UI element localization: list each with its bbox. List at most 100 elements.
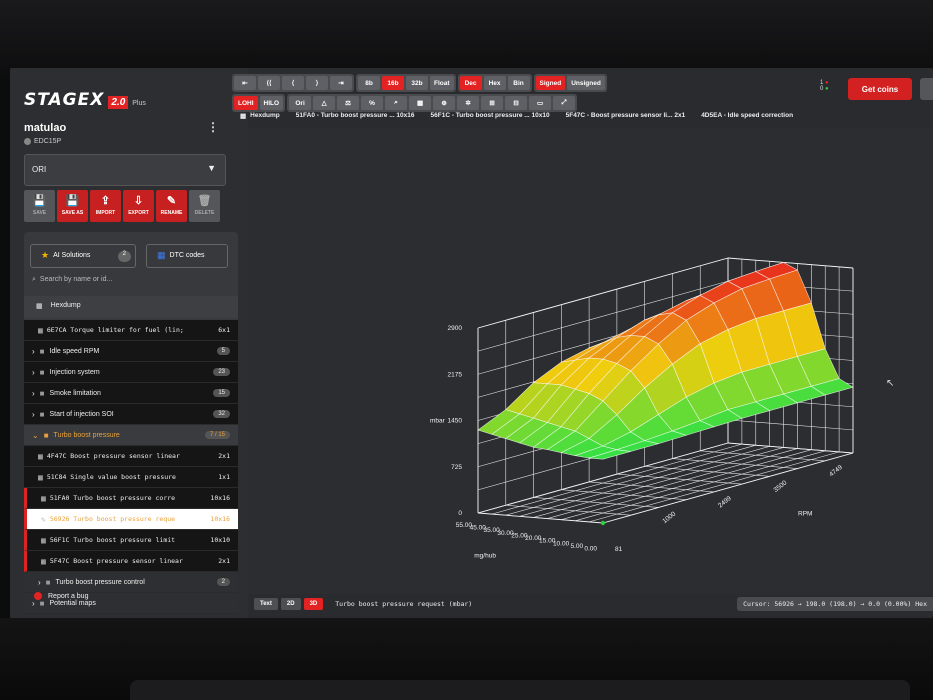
import-button[interactable]: ⇪ IMPORT [90,190,121,222]
table-icon: ▦ [41,556,46,566]
item-label: Smoke limitation [49,389,101,397]
tool-tool-button[interactable]: ⊟ [505,96,528,110]
hexdump-item[interactable]: ▦ Hexdump [24,296,238,318]
table-icon: ▦ [41,493,46,503]
ai-solutions-button[interactable]: ★ AI Solutions 2 [30,244,136,268]
nav-tool-button[interactable]: ⇤ [234,76,256,90]
folder-icon: ■ [39,367,45,377]
hexdump-icon: ▦ [240,113,247,120]
toolbar-row-1: ⇤ ⟨⟨ ⟨ ⟩ ⇥ 8b 16b 32b Float Dec Hex Bin Signed Unsign… [232,74,644,92]
base-bin-button[interactable]: Bin [507,76,530,90]
byteorder-hilo-button[interactable]: HILO [259,96,284,110]
map-item[interactable]: ▦ 5F47C Boost pressure sensor linear 2x1 [24,551,238,572]
floor-gridline [561,449,812,520]
byteorder-lohi-button[interactable]: LOHI [234,96,258,110]
tool-tool-button[interactable]: ⊕ [433,96,456,110]
tool-tool-button[interactable]: ⊞ [481,96,504,110]
floor-gridline [547,448,798,519]
folder-icon: ■ [43,430,49,440]
tab-hexdump[interactable]: ▦ Hexdump [240,112,280,120]
map-item[interactable]: ▦ 51FA0 Turbo boost pressure corre 10x16 [24,488,238,509]
width-float-button[interactable]: Float [430,76,454,90]
search-icon: ⌕ [32,276,36,283]
save-as-icon: 💾 [65,195,80,207]
edit-icon: ✎ [41,514,46,524]
action-label: SAVE [32,210,47,216]
width-16b-button[interactable]: 16b [382,76,404,90]
dtc-codes-label: DTC codes [169,252,205,259]
nav-tool-button[interactable]: ⇥ [330,76,352,90]
user-name: matulao [24,122,67,134]
export-button[interactable]: ⇩ EXPORT [123,190,154,222]
tab-5f47c-boost-pressure-sen[interactable]: 5F47C - Boost pressure sensor li... 2x1 [566,112,686,120]
surface-plot[interactable]: 2900 2175 1450 725 0 mbar 55.00 45.00 35.00 30.00… [248,128,933,594]
chevron-right-icon: › [32,346,35,356]
base-hex-button[interactable]: Hex [483,76,506,90]
app-window: STAGEX 2.0 Plus matulao EDC15P ⋮ ORI ▼ 💾… [10,68,933,618]
action-label: EXPORT [128,210,149,216]
folder-item[interactable]: ⌄ ■ Turbo boost pressure 7 / 15 [24,425,238,446]
tool-tool-button[interactable]: ⌕ [385,96,408,110]
item-size: 2x1 [218,452,230,460]
map-item[interactable]: ▦ 51C84 Single value boost pressure 1x1 [24,467,238,488]
report-bug-button[interactable]: Report a bug [24,586,238,606]
sign-signed-button[interactable]: Signed [535,76,566,90]
save-as-button[interactable]: 💾 SAVE AS [57,190,88,222]
file-actions: 💾 SAVE 💾 SAVE AS ⇪ IMPORT ⇩ EXPORT ✎ RENAME 🗑 DELET… [24,190,220,222]
width-8b-button[interactable]: 8b [358,76,380,90]
folder-item[interactable]: › ■ Idle speed RPM 5 [24,341,238,362]
map-item[interactable]: ▦ 56F1C Turbo boost pressure limit 10x10 [24,530,238,551]
get-coins-button[interactable]: Get coins [848,78,912,100]
base-dec-button[interactable]: Dec [459,76,482,90]
more-options-icon[interactable]: ⋮ [207,120,219,134]
item-count: 32 [213,410,230,418]
action-label: IMPORT [95,210,116,216]
item-count: 23 [213,368,230,376]
view-3d-button[interactable]: 3D [303,598,324,610]
tab-51fa0-turbo-boost-pressu[interactable]: 51FA0 - Turbo boost pressure ... 10x16 [296,112,415,120]
folder-item[interactable]: › ■ Smoke limitation 15 [24,383,238,404]
tool-tool-button[interactable]: ⤢ [553,96,576,110]
map-item[interactable]: ✎ 56926 Turbo boost pressure reque 10x16 [24,509,238,530]
item-label: Turbo boost pressure control [55,578,145,586]
item-count: 7 / 15 [204,431,230,439]
menu-button[interactable] [920,78,933,100]
rename-button[interactable]: ✎ RENAME [156,190,187,222]
view-2d-button[interactable]: 2D [280,598,301,610]
save-button[interactable]: 💾 SAVE [24,190,55,222]
folder-item[interactable]: › ■ Start of injection SOI 32 [24,404,238,425]
tool-tool-button[interactable]: △ [313,96,336,110]
item-label: Turbo boost pressure [53,431,120,439]
file-select[interactable]: ORI ▼ [24,154,226,186]
mouse-pointer-icon: ↖ [886,378,895,389]
map-search-input[interactable]: ⌕ Search by name or id... [30,272,230,290]
tool-tool-button[interactable]: ⚖ [337,96,360,110]
width-32b-button[interactable]: 32b [406,76,428,90]
map-item[interactable]: ▦ 6E7CA Torque limiter for fuel (lin; 6x1 [24,320,238,341]
tool-tool-button[interactable]: % [361,96,384,110]
tool-ori-button[interactable]: Ori [289,96,312,110]
tool-tool-button[interactable]: ▦ [409,96,432,110]
surface-plot-svg[interactable]: 2900217514507250mbar55.0045.0035.0030.00… [248,128,933,594]
width-group: 8b 16b 32b Float [356,74,456,92]
floor-gridline [575,450,826,522]
tab-4d5ea-idle-speed-correct[interactable]: 4D5EA - Idle speed correction [701,112,793,120]
item-label: 4F47C Boost pressure sensor linear [46,452,180,460]
app-logo[interactable]: STAGEX 2.0 Plus [24,90,146,110]
tab-56f1c-turbo-boost-pressu[interactable]: 56F1C - Turbo boost pressure ... 10x10 [431,112,550,120]
map-item[interactable]: ▦ 4F47C Boost pressure sensor linear 2x1 [24,446,238,467]
tool-tool-button[interactable]: ▭ [529,96,552,110]
delete-button[interactable]: 🗑 DELETE [189,190,220,222]
dtc-codes-button[interactable]: ▦ DTC codes [146,244,228,268]
nav-tool-button[interactable]: ⟩ [306,76,328,90]
view-text-button[interactable]: Text [254,598,278,610]
nav-tool-button[interactable]: ⟨⟨ [258,76,280,90]
folder-item[interactable]: › ■ Injection system 23 [24,362,238,383]
ecu-label: EDC15P [24,138,61,145]
z-tick-label: 1450 [448,418,463,425]
nav-group: ⇤ ⟨⟨ ⟨ ⟩ ⇥ [232,74,354,92]
sign-unsigned-button[interactable]: Unsigned [567,76,605,90]
tab-label: 56F1C - Turbo boost pressure ... 10x10 [430,112,550,119]
tool-tool-button[interactable]: ✲ [457,96,480,110]
nav-tool-button[interactable]: ⟨ [282,76,304,90]
